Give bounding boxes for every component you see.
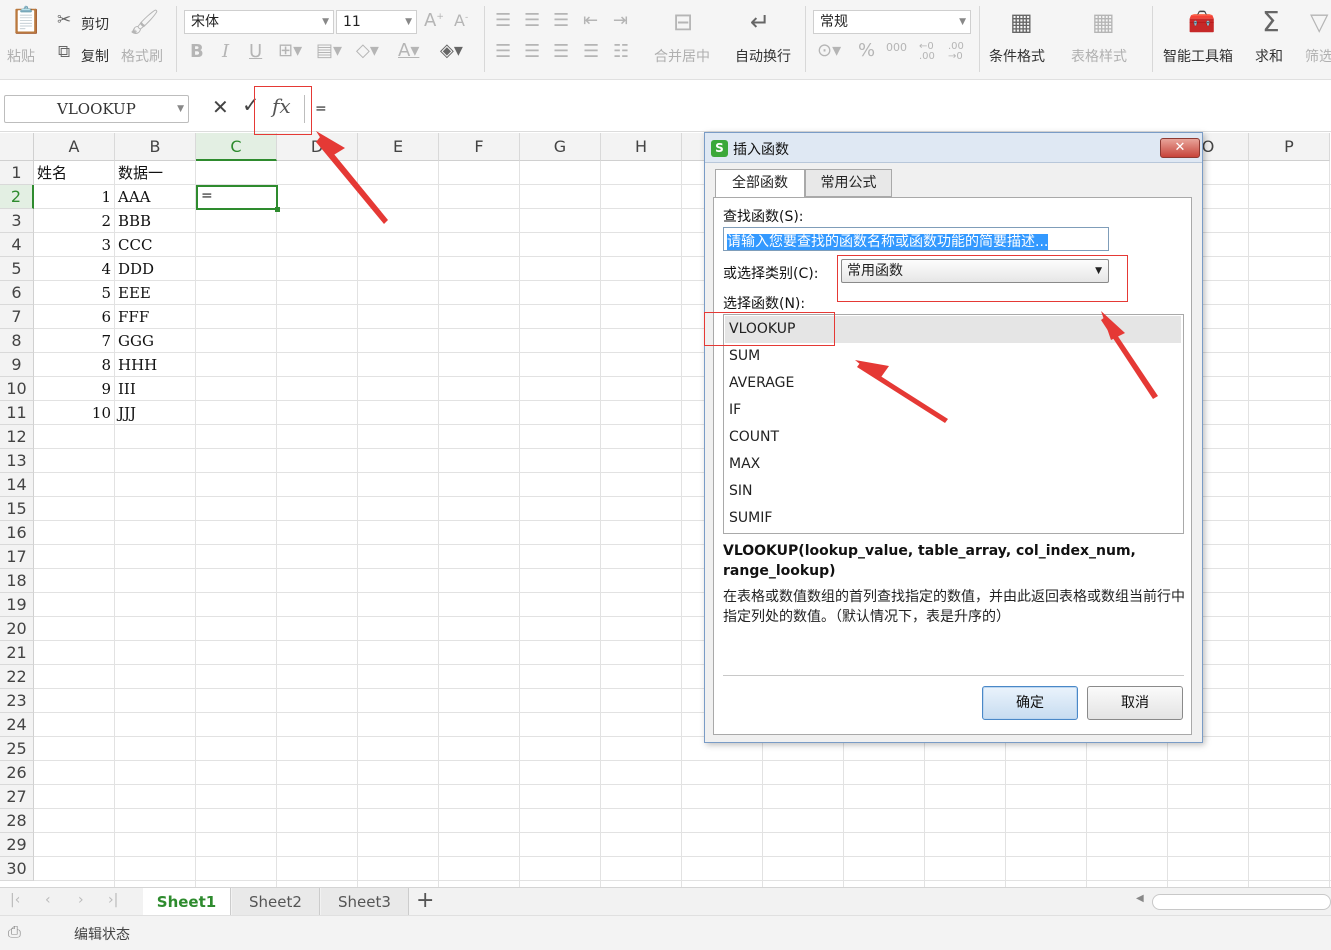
annotation-arrow [1101,311,1158,399]
annotation-arrow [855,360,948,423]
annotation-arrow [316,131,388,224]
annotation-arrows [316,131,1158,423]
